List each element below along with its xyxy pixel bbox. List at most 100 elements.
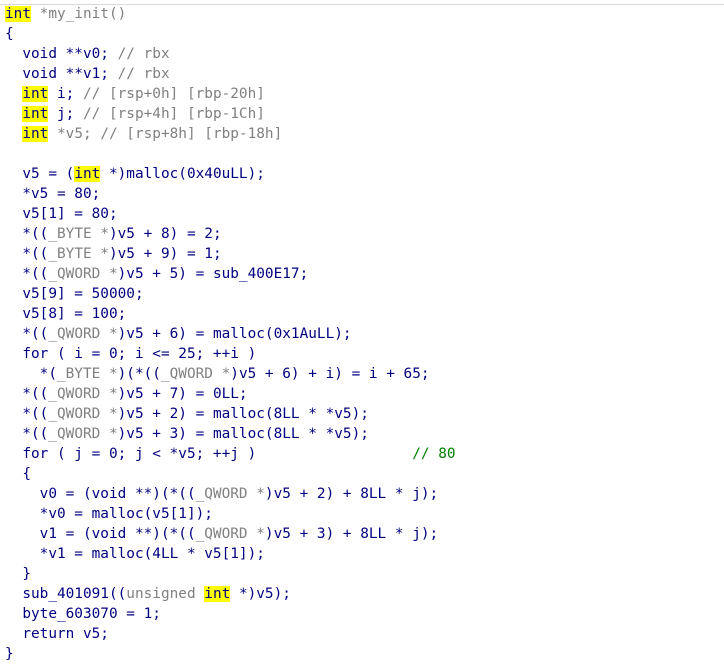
code-token: _QWORD * (195, 526, 265, 542)
code-line[interactable]: int *my_init() (5, 4, 724, 24)
code-token: } (5, 566, 31, 582)
code-line[interactable]: *((_QWORD *)v5 + 5) = sub_400E17; (5, 264, 724, 284)
code-token: // rbx (117, 46, 170, 62)
code-line[interactable]: void **v1; // rbx (5, 64, 724, 84)
code-token: { (5, 26, 14, 42)
highlighted-token: int (204, 586, 231, 602)
code-token: i; (48, 86, 83, 102)
code-token: // [rsp+8h] [rbp-18h] (100, 126, 283, 142)
code-line[interactable]: v5 = (int *)malloc(0x40uLL); (5, 164, 724, 184)
code-token: _BYTE * (48, 246, 109, 262)
code-token: for ( i = 0; i <= 25; ++i ) (5, 346, 257, 362)
code-token: *(( (5, 406, 49, 422)
code-token: return v5; (5, 626, 109, 642)
code-token: v1 = (void **)(*(( (5, 526, 196, 542)
code-token: )v5 + 2) = malloc(8LL * *v5); (117, 406, 369, 422)
code-token: byte_603070 = 1; (5, 606, 161, 622)
code-token: _BYTE * (48, 226, 109, 242)
code-token: )v5 + 3) + 8LL * j); (264, 526, 439, 542)
code-token: )v5 + 7) = 0LL; (117, 386, 248, 402)
code-token: *(( (5, 386, 49, 402)
code-token: _QWORD * (48, 386, 118, 402)
code-token: unsigned (126, 586, 205, 602)
code-token: )(*(( (117, 366, 161, 382)
code-token: { (5, 466, 31, 482)
code-line[interactable]: int i; // [rsp+0h] [rbp-20h] (5, 84, 724, 104)
code-line[interactable]: } (5, 564, 724, 584)
code-token: *(( (5, 326, 49, 342)
code-line[interactable]: void **v0; // rbx (5, 44, 724, 64)
code-token: *(( (5, 226, 49, 242)
highlighted-token: int (22, 126, 49, 142)
highlighted-token: int (74, 166, 101, 182)
code-line[interactable]: for ( i = 0; i <= 25; ++i ) (5, 344, 724, 364)
code-token: *v5; (48, 126, 101, 142)
code-token: *v0 = malloc(v5[1]); (5, 506, 213, 522)
code-line[interactable]: int *v5; // [rsp+8h] [rbp-18h] (5, 124, 724, 144)
code-line[interactable]: v1 = (void **)(*((_QWORD *)v5 + 3) + 8LL… (5, 524, 724, 544)
code-token: _BYTE * (56, 366, 118, 382)
code-token: } (5, 646, 14, 662)
code-token: *(( (5, 426, 49, 442)
code-token: *( (5, 366, 57, 382)
code-line[interactable]: int j; // [rsp+4h] [rbp-1Ch] (5, 104, 724, 124)
code-token: )v5 + 8) = 2; (108, 226, 222, 242)
code-line[interactable]: *((_BYTE *)v5 + 9) = 1; (5, 244, 724, 264)
code-token: void **v0; (5, 46, 118, 62)
code-line[interactable]: *v0 = malloc(v5[1]); (5, 504, 724, 524)
code-line[interactable]: *((_QWORD *)v5 + 7) = 0LL; (5, 384, 724, 404)
code-token: *(( (5, 246, 49, 262)
code-line[interactable]: *((_QWORD *)v5 + 2) = malloc(8LL * *v5); (5, 404, 724, 424)
code-token: )v5 + 6) + i) = i + 65; (230, 366, 430, 382)
code-token: *(( (5, 266, 49, 282)
code-token: )v5 + 6) = malloc(0x1AuLL); (117, 326, 352, 342)
code-line[interactable]: *v5 = 80; (5, 184, 724, 204)
code-line[interactable]: v5[1] = 80; (5, 204, 724, 224)
code-token: sub_401091(( (5, 586, 127, 602)
code-line[interactable]: *(_BYTE *)(*((_QWORD *)v5 + 6) + i) = i … (5, 364, 724, 384)
code-token: *)malloc(0x40uLL); (100, 166, 265, 182)
code-line[interactable]: { (5, 464, 724, 484)
code-token: v0 = (void **)(*(( (5, 486, 196, 502)
highlighted-token: int (22, 106, 49, 122)
code-token: void **v1; (5, 66, 118, 82)
code-line[interactable]: *((_QWORD *)v5 + 3) = malloc(8LL * *v5); (5, 424, 724, 444)
code-token: for ( j = 0; j < *v5; ++j ) (5, 446, 413, 462)
code-comment: // 80 (412, 446, 456, 462)
code-line[interactable]: *v1 = malloc(4LL * v5[1]); (5, 544, 724, 564)
code-line[interactable] (5, 144, 724, 164)
code-token: _QWORD * (195, 486, 265, 502)
code-line[interactable]: { (5, 24, 724, 44)
code-token: *v5 = 80; (5, 186, 101, 202)
code-line[interactable]: *((_BYTE *)v5 + 8) = 2; (5, 224, 724, 244)
code-line[interactable]: v5[8] = 100; (5, 304, 724, 324)
code-line[interactable]: for ( j = 0; j < *v5; ++j ) // 80 (5, 444, 724, 464)
code-token: *)v5); (230, 586, 291, 602)
code-line[interactable]: byte_603070 = 1; (5, 604, 724, 624)
code-token: v5[1] = 80; (5, 206, 118, 222)
code-token: )v5 + 2) + 8LL * j); (264, 486, 439, 502)
code-token: j; (48, 106, 83, 122)
highlighted-token: int (22, 86, 49, 102)
code-line[interactable]: } (5, 644, 724, 664)
code-token: v5[8] = 100; (5, 306, 127, 322)
code-line[interactable]: return v5; (5, 624, 724, 644)
code-token: // [rsp+0h] [rbp-20h] (82, 86, 265, 102)
code-token: _QWORD * (48, 266, 118, 282)
code-token: )v5 + 9) = 1; (108, 246, 222, 262)
pseudocode-view[interactable]: int *my_init() { void **v0; // rbx void *… (5, 4, 724, 664)
code-line[interactable]: sub_401091((unsigned int *)v5); (5, 584, 724, 604)
code-line[interactable]: v0 = (void **)(*((_QWORD *)v5 + 2) + 8LL… (5, 484, 724, 504)
code-token: )v5 + 3) = malloc(8LL * *v5); (117, 426, 369, 442)
code-token: )v5 + 5) = sub_400E17; (117, 266, 309, 282)
code-token: // rbx (117, 66, 170, 82)
code-line[interactable]: *((_QWORD *)v5 + 6) = malloc(0x1AuLL); (5, 324, 724, 344)
code-token: _QWORD * (48, 426, 118, 442)
code-token: _QWORD * (48, 326, 118, 342)
code-token: _QWORD * (48, 406, 118, 422)
code-token: *v1 = malloc(4LL * v5[1]); (5, 546, 265, 562)
code-line[interactable]: v5[9] = 50000; (5, 284, 724, 304)
code-token: // [rsp+4h] [rbp-1Ch] (82, 106, 265, 122)
